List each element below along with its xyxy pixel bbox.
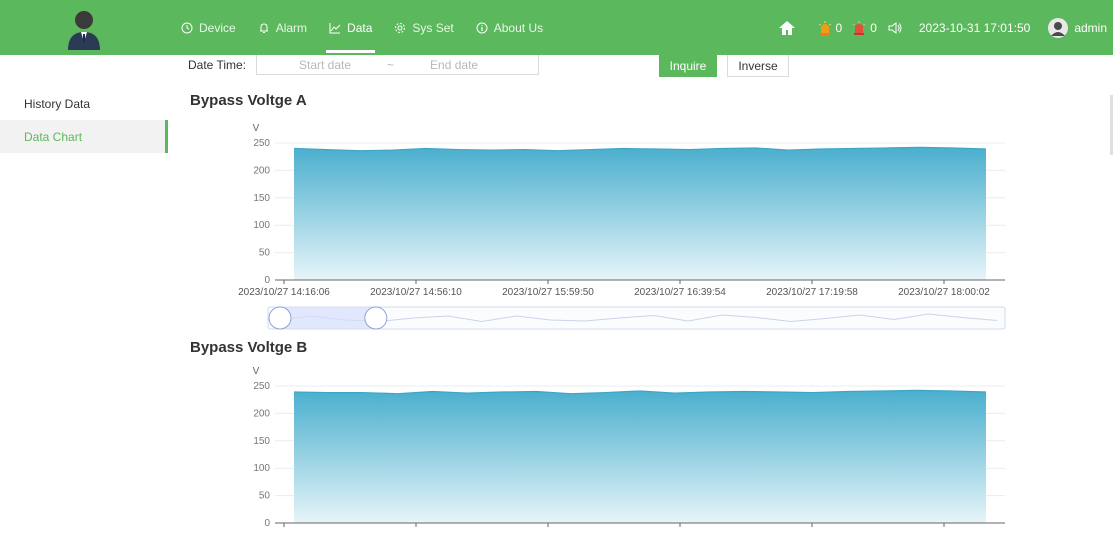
- alarm-count-2: 0: [870, 20, 877, 35]
- y-tick-label: 150: [253, 193, 270, 204]
- filter-bar: Date Time:: [188, 55, 246, 75]
- sidebar-item-label: History Data: [24, 96, 91, 111]
- header-datetime: 2023-10-31 17:01:50: [918, 20, 1031, 35]
- x-tick-label: 2023/10/27 17:19:58: [766, 287, 858, 298]
- y-tick-label: 50: [259, 248, 271, 259]
- logo-avatar: [0, 0, 168, 55]
- date-range-picker[interactable]: Start date ~ End date: [256, 55, 539, 75]
- y-tick-label: 250: [253, 381, 270, 392]
- speaker-icon[interactable]: [887, 21, 903, 35]
- y-tick-label: 100: [253, 463, 270, 474]
- top-navigation-bar: Device Alarm Data Sys Set About Us 0 0 2…: [0, 0, 1113, 55]
- zoom-selection: [280, 307, 376, 329]
- x-tick-label: 2023/10/27 18:00:02: [898, 287, 990, 298]
- nav-data[interactable]: Data: [318, 0, 383, 55]
- area-series: [294, 147, 986, 280]
- main-content: Date Time: Start date ~ End date Inquire…: [176, 55, 1113, 535]
- y-axis-unit-label: V: [253, 366, 260, 377]
- alarm-indicator-2[interactable]: 0: [852, 20, 877, 35]
- alarm-light-red-icon: [852, 20, 866, 35]
- chart-a: V 0 50 100 150 200 250 2023/10/27 14:16:06 2023/…: [238, 123, 1006, 330]
- x-tick-label: 2023/10/27 14:56:10: [370, 287, 462, 298]
- username: admin: [1074, 20, 1107, 35]
- line-chart-icon: [329, 22, 341, 33]
- alarm-light-icon: [818, 20, 831, 35]
- sidebar-item-label: Data Chart: [24, 129, 83, 144]
- x-tick-label: 2023/10/27 14:16:06: [238, 287, 330, 298]
- chart-b: V 0 50 100 150 200 250: [253, 366, 1005, 529]
- sidebar-item-history-data[interactable]: History Data: [0, 87, 168, 120]
- info-icon: [476, 22, 488, 33]
- y-tick-label: 200: [253, 408, 270, 419]
- data-zoom-slider[interactable]: [267, 306, 1006, 330]
- nav-device[interactable]: Device: [170, 0, 247, 55]
- user-menu[interactable]: admin: [1048, 17, 1107, 38]
- user-avatar-icon: [1048, 17, 1069, 38]
- header-tools: 0 0 2023-10-31 17:01:50 admin: [778, 0, 1113, 55]
- date-separator: ~: [387, 57, 395, 72]
- y-tick-label: 250: [253, 138, 270, 149]
- nav-sys-set[interactable]: Sys Set: [383, 0, 464, 55]
- nav-about-us-label: About Us: [493, 20, 544, 35]
- nav-alarm-label: Alarm: [275, 20, 308, 35]
- x-tick-label: 2023/10/27 16:39:54: [634, 287, 726, 298]
- zoom-handle-end[interactable]: [364, 306, 388, 330]
- y-tick-label: 100: [253, 220, 270, 231]
- main-nav: Device Alarm Data Sys Set About Us: [170, 0, 554, 55]
- start-date-input[interactable]: Start date: [299, 58, 351, 72]
- y-axis-unit-label: V: [253, 123, 260, 134]
- inquire-button[interactable]: Inquire: [659, 55, 717, 77]
- y-tick-label: 150: [253, 436, 270, 447]
- sidebar: History Data Data Chart: [0, 55, 168, 535]
- area-series: [294, 390, 986, 523]
- user-portrait-icon: [68, 10, 100, 50]
- alarm-indicator-1[interactable]: 0: [818, 20, 843, 35]
- nav-about-us[interactable]: About Us: [465, 0, 554, 55]
- bell-icon: [259, 22, 268, 33]
- chart-a-title: Bypass Voltge A: [190, 92, 307, 109]
- inverse-button[interactable]: Inverse: [727, 55, 789, 77]
- alarm-count-1: 0: [835, 20, 843, 35]
- home-icon[interactable]: [778, 20, 796, 36]
- date-time-label: Date Time:: [188, 58, 247, 72]
- gear-icon: [395, 22, 406, 33]
- nav-sys-set-label: Sys Set: [412, 20, 454, 35]
- y-tick-label: 0: [264, 275, 270, 286]
- chart-b-title: Bypass Voltge B: [190, 339, 308, 356]
- sidebar-item-data-chart[interactable]: Data Chart: [0, 120, 168, 153]
- x-tick-label: 2023/10/27 15:59:50: [502, 287, 594, 298]
- y-tick-label: 200: [253, 165, 270, 176]
- clock-icon: [181, 22, 193, 33]
- y-tick-label: 0: [264, 518, 270, 529]
- zoom-handle-start[interactable]: [268, 306, 292, 330]
- end-date-input[interactable]: End date: [430, 58, 478, 72]
- y-tick-label: 50: [259, 491, 271, 502]
- nav-data-label: Data: [347, 20, 373, 35]
- nav-alarm[interactable]: Alarm: [247, 0, 318, 55]
- nav-device-label: Device: [199, 20, 236, 35]
